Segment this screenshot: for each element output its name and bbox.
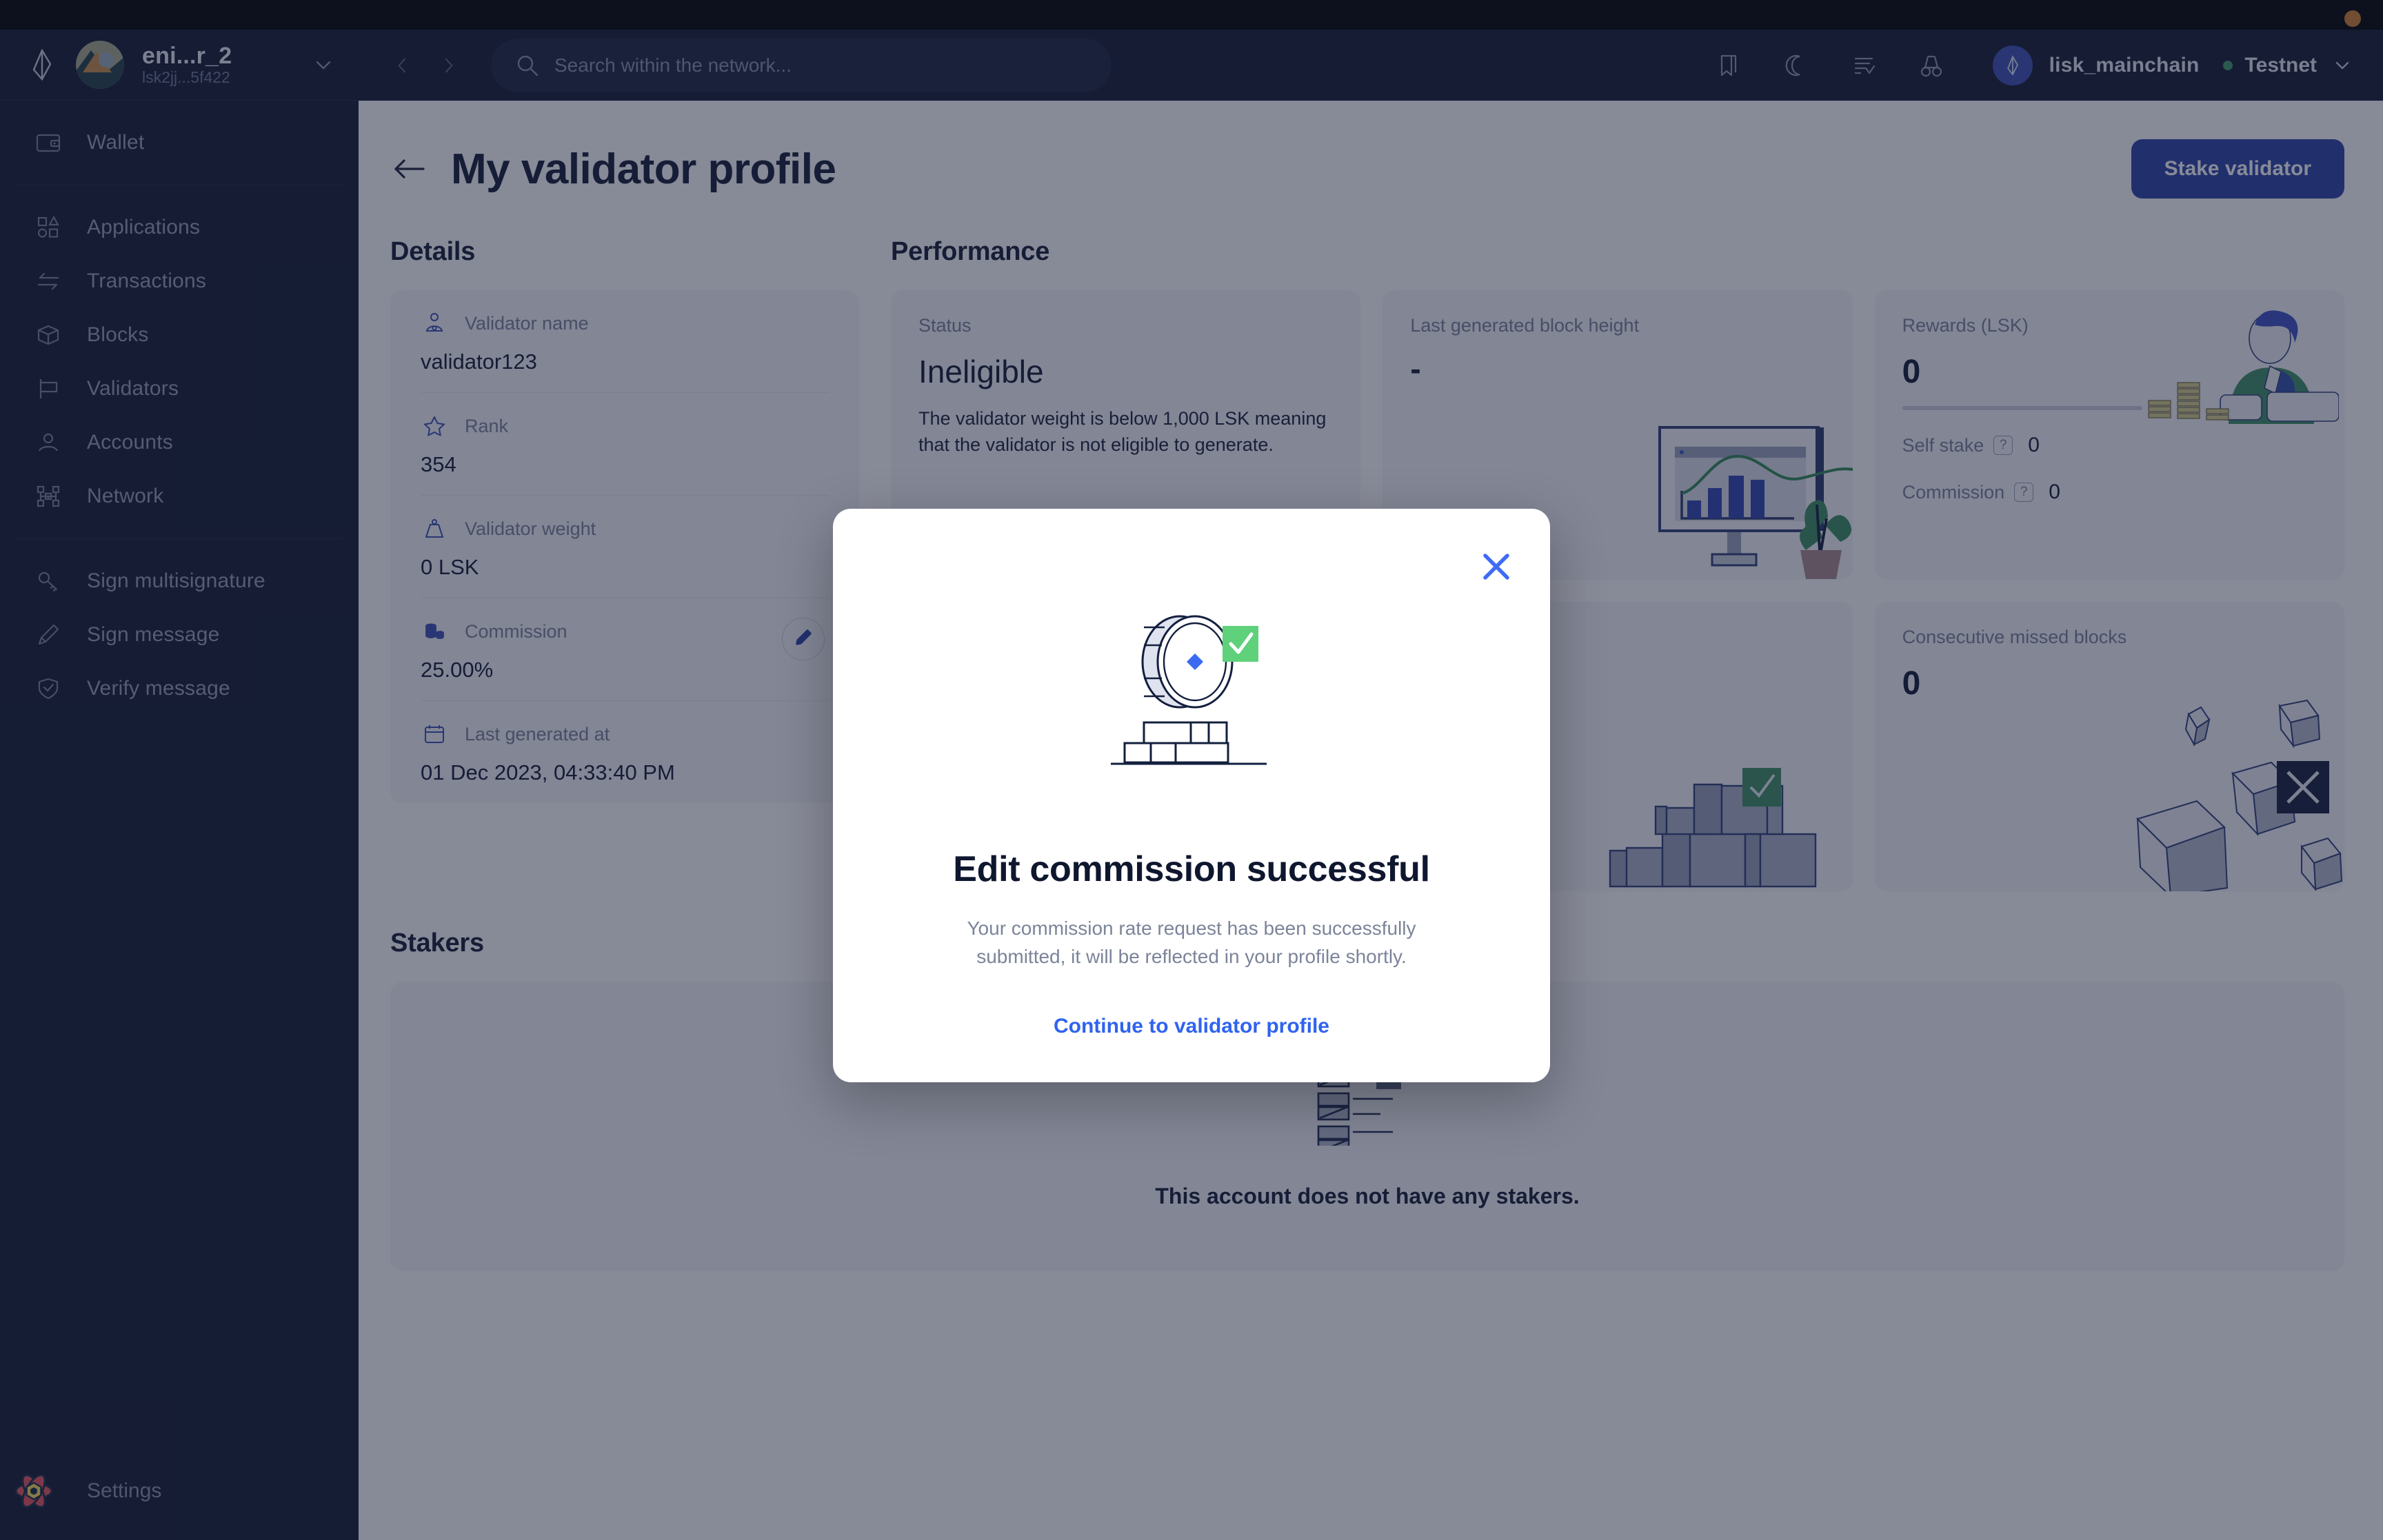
close-icon[interactable] [1478,549,1514,585]
modal-title: Edit commission successful [953,849,1430,890]
edit-commission-success-modal: Edit commission successful Your commissi… [833,509,1550,1082]
continue-to-validator-profile-link[interactable]: Continue to validator profile [1054,1015,1329,1038]
application-window: eni...r_2 lsk2jj...5f422 Wallet [0,0,2383,1540]
modal-description: Your commission rate request has been su… [943,915,1440,971]
coin-stack-success-illustration [1098,593,1285,789]
